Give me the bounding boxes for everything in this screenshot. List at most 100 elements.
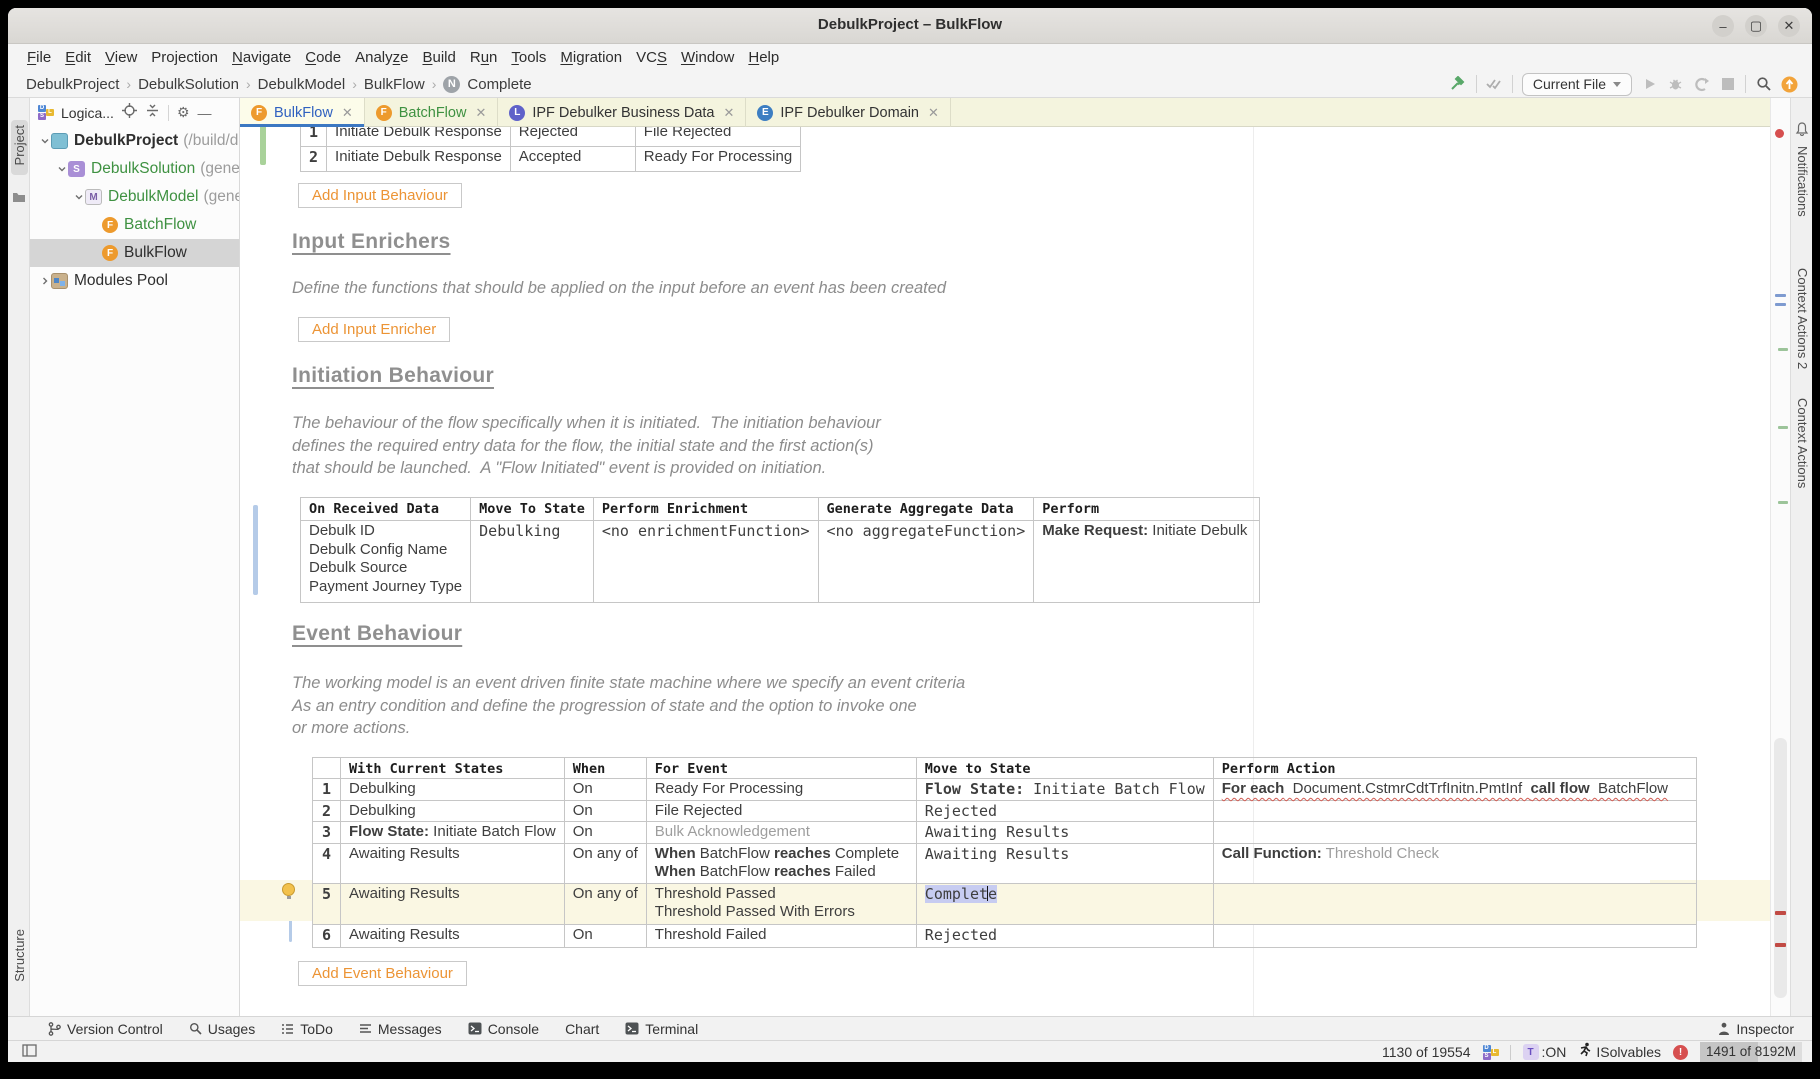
tool-button-usages[interactable]: Usages [189, 1021, 255, 1037]
menu-item-run[interactable]: Run [463, 49, 505, 66]
stop-icon[interactable] [1719, 76, 1736, 93]
hide-panel-icon[interactable]: — [198, 105, 212, 121]
menu-item-build[interactable]: Build [415, 49, 462, 66]
menu-item-migration[interactable]: Migration [553, 49, 629, 66]
tab-close-icon[interactable]: ✕ [928, 105, 939, 121]
menu-item-help[interactable]: Help [741, 49, 786, 66]
t-mode-widget[interactable]: T :ON [1523, 1044, 1567, 1060]
build-hammer-icon[interactable] [1450, 76, 1467, 93]
tab-batchflow[interactable]: FBatchFlow✕ [365, 98, 499, 127]
double-check-icon[interactable] [1486, 76, 1503, 93]
menu-item-code[interactable]: Code [298, 49, 348, 66]
perform-action-cell[interactable]: For each Document.CstmrCdtTrfInitn.PmtIn… [1213, 779, 1696, 801]
tree-chevron-icon[interactable] [38, 276, 51, 286]
add-input-enricher-button[interactable]: Add Input Enricher [298, 317, 450, 342]
tree-item-debulkmodel[interactable]: MDebulkModel(gene [30, 183, 239, 211]
perform-cell[interactable]: Make Request: Initiate Debulk [1034, 521, 1260, 603]
current-states-cell[interactable]: Debulking [341, 800, 565, 822]
settings-gear-icon[interactable]: ⚙ [177, 104, 190, 121]
minimize-icon[interactable]: – [1712, 15, 1734, 37]
perform-action-cell[interactable]: Call Function: Threshold Check [1213, 843, 1696, 883]
caret-position[interactable]: 1130 of 19554 [1382, 1044, 1471, 1060]
current-states-cell[interactable]: Awaiting Results [341, 883, 565, 924]
tool-button-console[interactable]: Console [468, 1021, 539, 1037]
tab-bulkflow[interactable]: FBulkFlow✕ [240, 98, 365, 127]
breadcrumb-item[interactable]: DebulkProject [26, 76, 119, 93]
menu-item-navigate[interactable]: Navigate [225, 49, 298, 66]
menu-item-tools[interactable]: Tools [504, 49, 553, 66]
table-cell[interactable]: Accepted [510, 147, 635, 172]
tab-close-icon[interactable]: ✕ [723, 105, 734, 121]
tool-button-project[interactable]: Project [11, 120, 28, 175]
close-icon[interactable]: ✕ [1778, 15, 1800, 37]
menu-item-analyze[interactable]: Analyze [348, 49, 415, 66]
search-everywhere-icon[interactable] [1755, 76, 1772, 93]
perform-action-cell[interactable] [1213, 800, 1696, 822]
tool-button-context-actions-2[interactable]: Context Actions 2 [1795, 268, 1810, 369]
move-to-state-cell[interactable]: Awaiting Results [916, 843, 1213, 883]
tool-button-messages[interactable]: Messages [359, 1021, 442, 1037]
project-view-selector[interactable]: Logica... [61, 105, 114, 121]
memory-indicator[interactable]: 1491 of 8192M [1700, 1042, 1802, 1062]
table-cell[interactable]: Ready For Processing [635, 147, 800, 172]
tool-button-version-control[interactable]: Version Control [48, 1021, 163, 1037]
add-input-behaviour-button[interactable]: Add Input Behaviour [298, 183, 462, 208]
enrichment-cell[interactable]: <no enrichmentFunction> [593, 521, 818, 603]
tree-item-batchflow[interactable]: FBatchFlow [30, 211, 239, 239]
move-to-state-cell[interactable]: Rejected [916, 924, 1213, 947]
current-states-cell[interactable]: Flow State: Initiate Batch Flow [341, 822, 565, 844]
tab-close-icon[interactable]: ✕ [475, 105, 486, 121]
menu-item-edit[interactable]: Edit [58, 49, 98, 66]
locate-icon[interactable] [122, 103, 137, 123]
debug-icon[interactable] [1667, 76, 1684, 93]
collapse-all-icon[interactable] [145, 103, 160, 123]
current-states-cell[interactable]: Awaiting Results [341, 924, 565, 947]
tab-ipf-debulker-domain[interactable]: EIPF Debulker Domain✕ [746, 98, 951, 127]
when-cell[interactable]: On [564, 924, 646, 947]
perform-action-cell[interactable] [1213, 822, 1696, 844]
menu-item-vcs[interactable]: VCS [629, 49, 674, 66]
intention-bulb-icon[interactable] [282, 883, 295, 896]
when-cell[interactable]: On [564, 779, 646, 801]
tool-button-todo[interactable]: ToDo [281, 1021, 333, 1037]
tree-item-debulksolution[interactable]: SDebulkSolution(gene [30, 155, 239, 183]
current-states-cell[interactable]: Debulking [341, 779, 565, 801]
solvables-widget[interactable]: ISolvables [1578, 1042, 1661, 1062]
tree-chevron-icon[interactable] [55, 164, 68, 174]
run-config-select[interactable]: Current File [1522, 73, 1632, 96]
menu-item-view[interactable]: View [98, 49, 144, 66]
current-states-cell[interactable]: Awaiting Results [341, 843, 565, 883]
run-icon[interactable] [1641, 76, 1658, 93]
add-event-behaviour-button[interactable]: Add Event Behaviour [298, 961, 467, 986]
move-to-state-cell[interactable]: Flow State: Initiate Batch Flow [916, 779, 1213, 801]
notifications-bell-icon[interactable] [1795, 122, 1809, 141]
tool-button-structure[interactable]: Structure [12, 929, 27, 987]
table-cell[interactable]: Rejected [510, 127, 635, 147]
move-to-state-cell[interactable]: Awaiting Results [916, 822, 1213, 844]
perform-action-cell[interactable] [1213, 883, 1696, 924]
when-cell[interactable]: On any of [564, 843, 646, 883]
table-cell[interactable]: Initiate Debulk Response [327, 127, 511, 147]
maximize-icon[interactable]: ▢ [1745, 15, 1767, 37]
tree-item-modules-pool[interactable]: Modules Pool [30, 267, 239, 295]
tool-button-context-actions[interactable]: Context Actions [1795, 398, 1810, 488]
breadcrumb-item-current[interactable]: Complete [467, 76, 531, 93]
for-event-cell[interactable]: Bulk Acknowledgement [646, 822, 916, 844]
breadcrumb-item[interactable]: DebulkSolution [138, 76, 239, 93]
for-event-cell[interactable]: Ready For Processing [646, 779, 916, 801]
tab-ipf-debulker-business-data[interactable]: LIPF Debulker Business Data✕ [498, 98, 746, 127]
received-data-cell[interactable]: Debulk IDDebulk Config NameDebulk Source… [301, 521, 471, 603]
for-event-cell[interactable]: Threshold PassedThreshold Passed With Er… [646, 883, 916, 924]
aggregate-cell[interactable]: <no aggregateFunction> [818, 521, 1034, 603]
menu-item-projection[interactable]: Projection [144, 49, 225, 66]
when-cell[interactable]: On [564, 800, 646, 822]
layout-toggle-icon[interactable] [22, 1044, 37, 1062]
folder-icon[interactable] [12, 190, 26, 208]
tool-button-chart[interactable]: Chart [565, 1021, 599, 1037]
scrollbar-thumb[interactable] [1774, 738, 1787, 998]
update-icon[interactable] [1781, 76, 1798, 93]
menu-item-window[interactable]: Window [674, 49, 741, 66]
for-event-cell[interactable]: Threshold Failed [646, 924, 916, 947]
breadcrumb-item[interactable]: DebulkModel [258, 76, 346, 93]
move-to-state-cell[interactable]: Complete [916, 883, 1213, 924]
